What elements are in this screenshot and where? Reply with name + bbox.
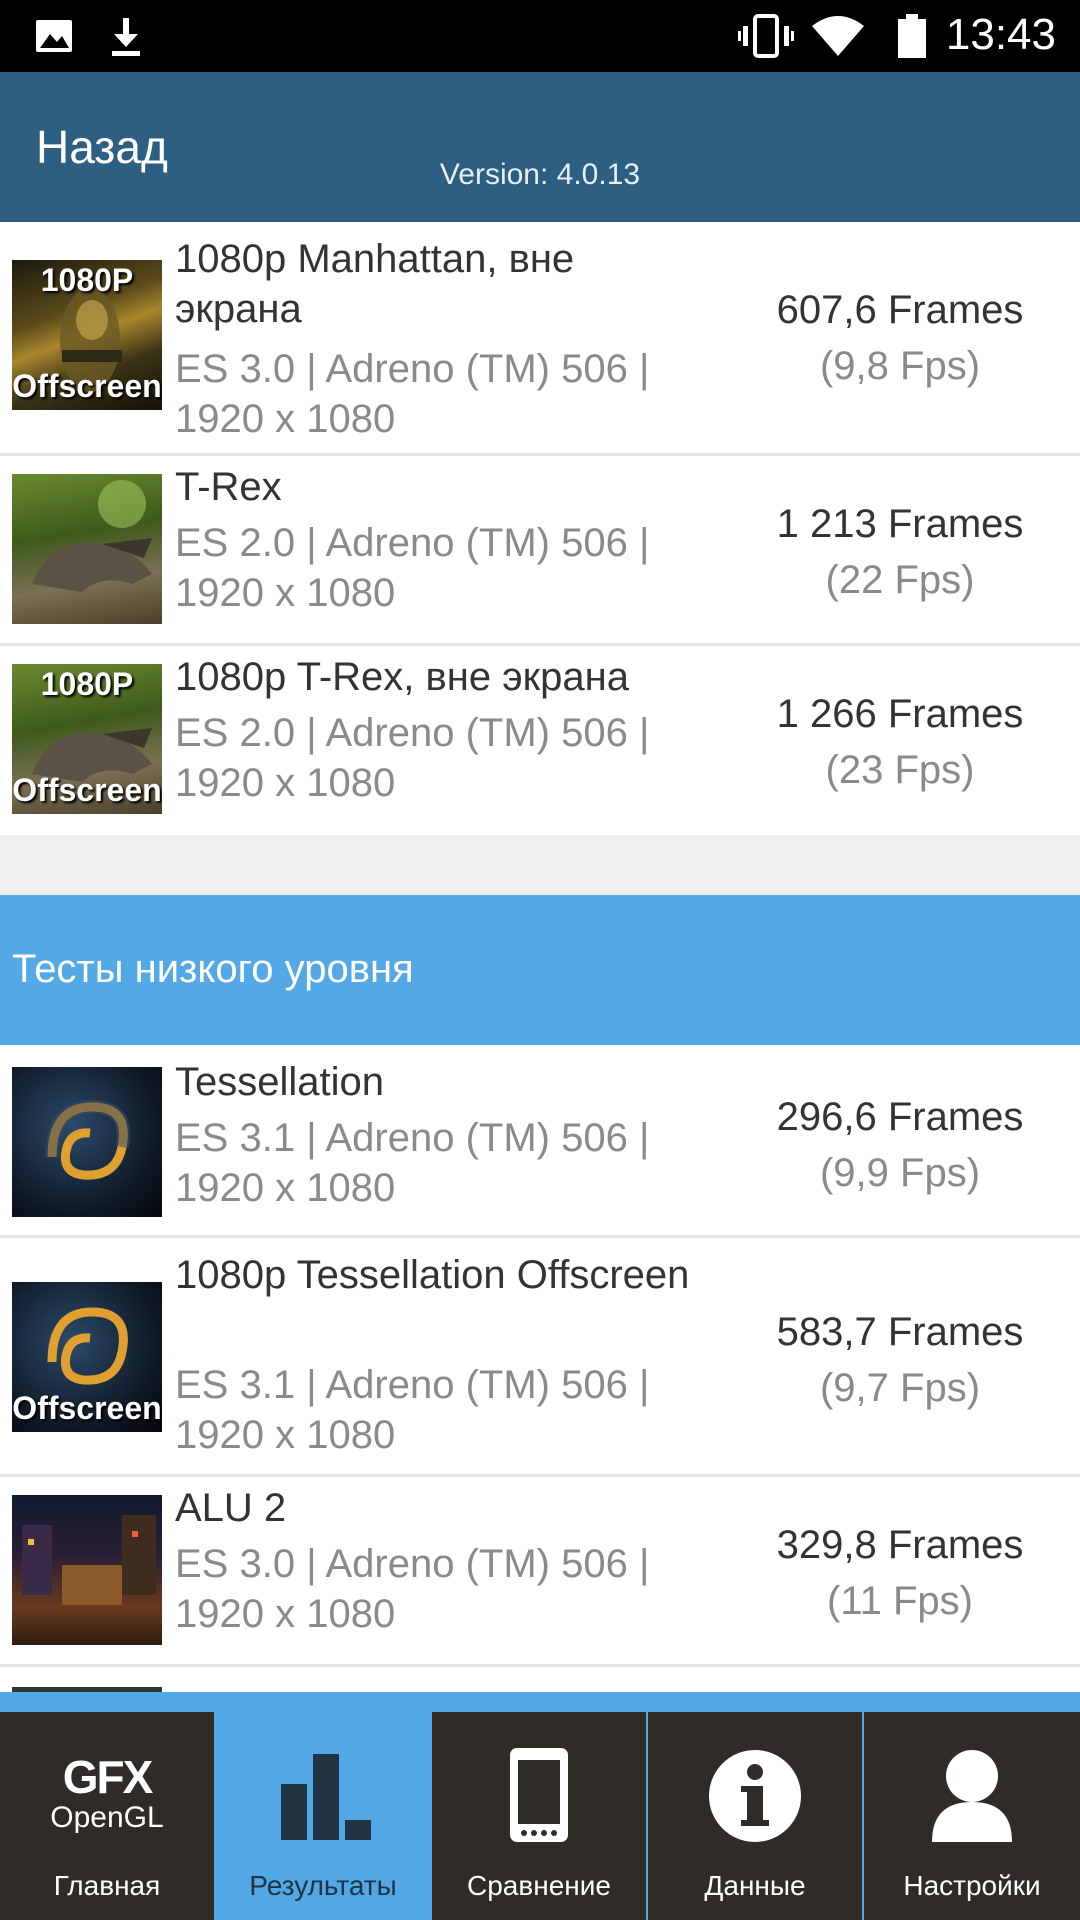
test-name: 1080p Manhattan, вне экрана [175,237,575,331]
bottom-tab-bar: GFX OpenGL Главная Результаты Сравнение … [0,1692,1080,1920]
app-header: Назад Version: 4.0.13 [0,72,1080,222]
phone-icon [432,1746,646,1856]
logo-text-opengl: OpenGL [50,1801,164,1834]
test-name: T-Rex [175,465,282,509]
vibrate-icon [738,14,794,58]
test-result: 329,8 Frames (11 Fps) [720,1517,1080,1629]
user-icon [864,1746,1080,1856]
result-fps: (11 Fps) [827,1579,973,1623]
thumb-label-bottom: Offscreen [12,1390,162,1426]
list-item[interactable]: T-Rex ES 2.0 | Adreno (TM) 506 | 1920 x … [0,456,1080,646]
result-frames: 607,6 Frames [776,288,1024,332]
result-fps: (9,9 Fps) [819,1151,981,1195]
test-api: ES 3.0 | Adreno (TM) 506 | 1920 x 1080 [175,347,650,441]
battery-icon [898,14,926,58]
tab-data[interactable]: Данные [648,1712,862,1920]
tab-label: Главная [53,1870,161,1901]
result-fps: (23 Fps) [825,748,975,792]
tab-results[interactable]: Результаты [216,1712,430,1920]
list-item[interactable]: 1080P Offscreen 1080p Manhattan, вне экр… [0,222,1080,456]
result-frames: 583,7 Frames [776,1310,1024,1354]
test-api: ES 3.0 | Adreno (TM) 506 | 1920 x 1080 [175,1542,650,1636]
image-icon [36,20,72,52]
test-result: 296,6 Frames (9,9 Fps) [720,1089,1080,1201]
tab-label: Сравнение [467,1870,611,1901]
result-frames: 1 213 Frames [776,502,1024,546]
test-result: 607,6 Frames (9,8 Fps) [720,282,1080,394]
trex-offscreen-thumbnail: 1080P Offscreen [12,664,162,814]
tab-label: Результаты [249,1870,397,1901]
test-name: Tessellation [175,1060,385,1104]
section-header-low-level: Тесты низкого уровня [0,895,1080,1045]
test-name: 1080p Tessellation Offscreen [175,1253,690,1297]
test-name: 1080p T-Rex, вне экрана [175,655,629,699]
list-item[interactable] [0,1667,1080,1692]
test-api: ES 2.0 | Adreno (TM) 506 | 1920 x 1080 [175,711,650,805]
bar-chart-icon [216,1746,430,1856]
status-bar: 13:43 [0,0,1080,72]
list-item[interactable]: 1080P Offscreen 1080p T-Rex, вне экрана … [0,646,1080,835]
test-result: 583,7 Frames (9,7 Fps) [720,1304,1080,1416]
download-icon [112,18,140,56]
result-fps: (22 Fps) [825,558,975,602]
section-spacer [0,835,1080,895]
list-item[interactable]: Tessellation ES 3.1 | Adreno (TM) 506 | … [0,1045,1080,1238]
tab-home[interactable]: GFX OpenGL Главная [0,1712,214,1920]
test-result: 1 266 Frames (23 Fps) [720,686,1080,798]
tessellation-thumbnail [12,1067,162,1217]
gfx-logo-icon: GFX OpenGL [0,1746,214,1856]
tab-label: Настройки [903,1870,1041,1901]
thumb-label-top: 1080P [40,262,134,298]
tessellation-offscreen-thumbnail: Offscreen [12,1282,162,1432]
result-frames: 1 266 Frames [776,692,1024,736]
test-result: 1 213 Frames (22 Fps) [720,496,1080,608]
result-frames: 329,8 Frames [776,1523,1024,1567]
result-fps: (9,8 Fps) [819,344,981,388]
section-title: Тесты низкого уровня [12,947,414,991]
thumb-label-bottom: Offscreen [12,772,162,808]
manhattan-thumbnail: 1080P Offscreen [12,260,162,410]
tab-settings[interactable]: Настройки [864,1712,1080,1920]
result-frames: 296,6 Frames [776,1095,1024,1139]
result-fps: (9,7 Fps) [819,1366,981,1410]
info-icon [648,1746,862,1856]
list-item[interactable]: ALU 2 ES 3.0 | Adreno (TM) 506 | 1920 x … [0,1477,1080,1667]
status-time: 13:43 [945,10,1056,59]
list-item[interactable]: Offscreen 1080p Tessellation Offscreen E… [0,1238,1080,1477]
thumb-label-top: 1080P [40,666,134,702]
logo-text-gfx: GFX [62,1751,154,1803]
trex-thumbnail [12,474,162,624]
test-api: ES 2.0 | Adreno (TM) 506 | 1920 x 1080 [175,521,650,615]
test-api: ES 3.1 | Adreno (TM) 506 | 1920 x 1080 [175,1116,650,1210]
tab-label: Данные [704,1870,806,1901]
alu-thumbnail [12,1495,162,1645]
version-label: Version: 4.0.13 [439,158,641,191]
tab-compare[interactable]: Сравнение [432,1712,646,1920]
test-name: ALU 2 [175,1486,287,1530]
thumb-label-bottom: Offscreen [12,368,162,404]
test-api: ES 3.1 | Adreno (TM) 506 | 1920 x 1080 [175,1363,650,1457]
wifi-icon [812,16,864,56]
